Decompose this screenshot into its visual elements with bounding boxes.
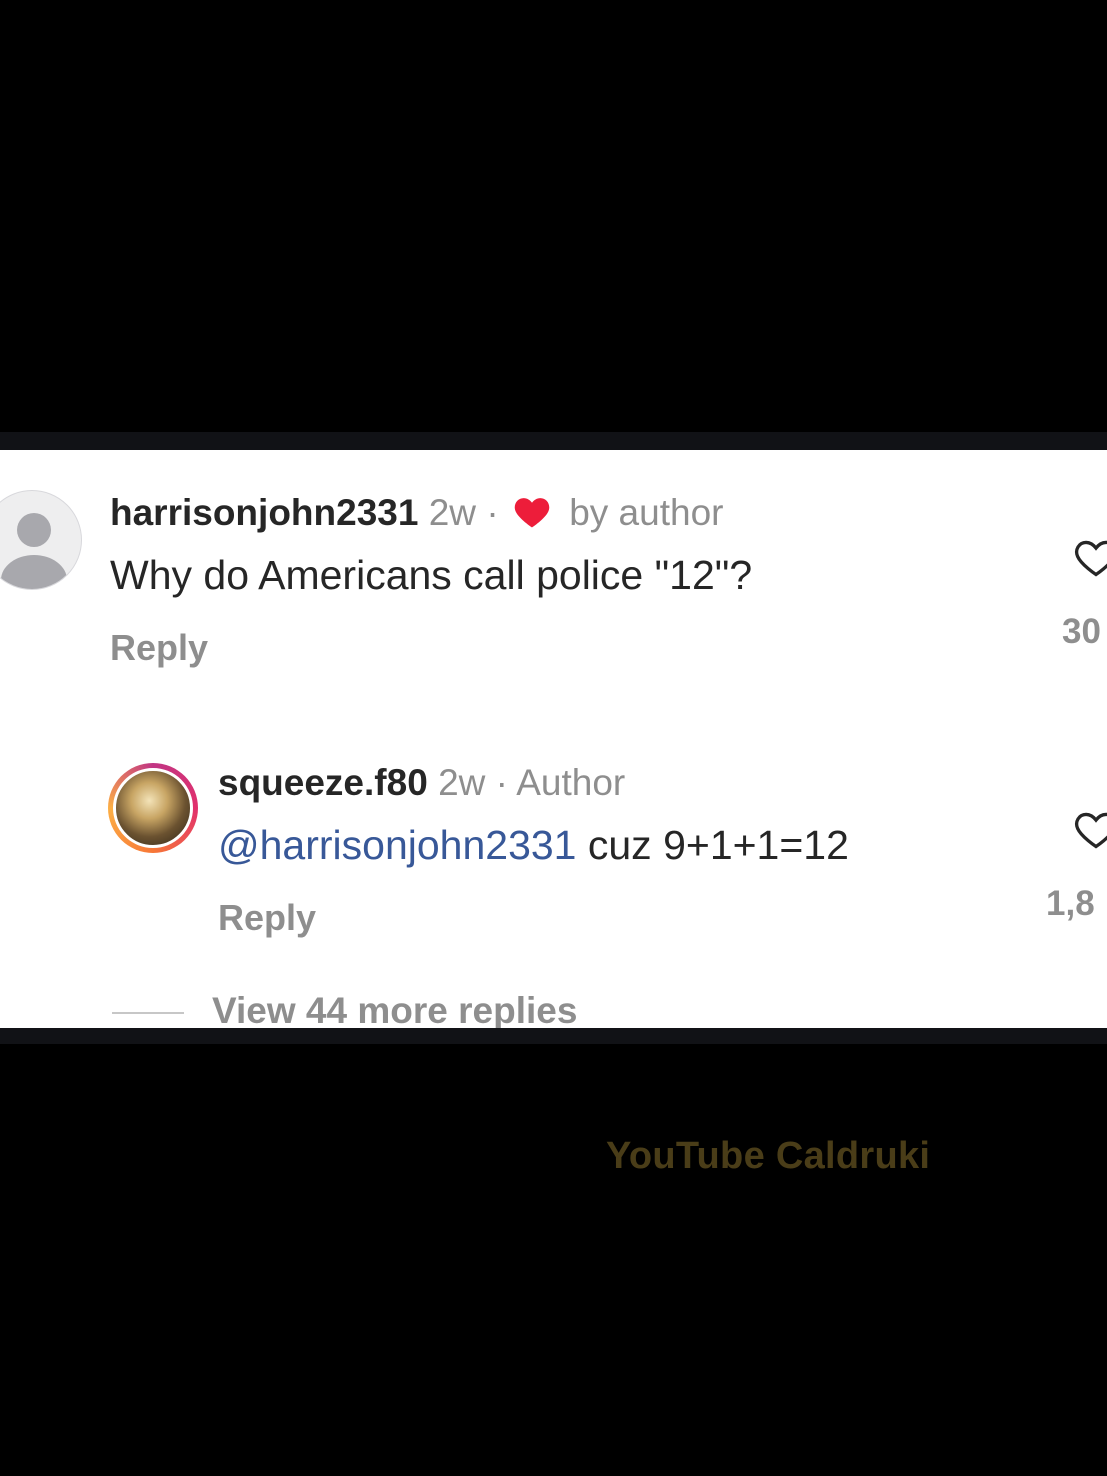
comment-1-username[interactable]: harrisonjohn2331 — [110, 492, 418, 533]
top-black-area — [0, 0, 1107, 432]
comment-2-separator: · — [495, 762, 508, 803]
default-avatar-icon[interactable] — [0, 490, 82, 590]
view-more-line — [112, 1012, 184, 1015]
comment-2-like-count: 1,8 — [1046, 884, 1095, 923]
comment-1-meta: harrisonjohn2331 2w · by author — [110, 492, 723, 534]
profile-photo — [113, 768, 193, 848]
comment-1-text: Why do Americans call police "12"? — [110, 552, 753, 598]
comment-2-body: cuz 9+1+1=12 — [576, 822, 849, 868]
comment-1-separator: · — [486, 492, 499, 533]
comment-1-reply-button[interactable]: Reply — [110, 627, 208, 669]
comment-1-by-author-badge: by author — [569, 492, 724, 533]
watermark-text: YouTube Caldruki — [606, 1135, 931, 1177]
comments-panel: harrisonjohn2331 2w · by author Why do A… — [0, 450, 1107, 1028]
comment-2-like-heart-icon[interactable] — [1074, 808, 1107, 852]
view-more-label: View 44 more replies — [212, 990, 578, 1028]
story-ring-avatar[interactable] — [108, 763, 198, 853]
comment-2-text: @harrisonjohn2331 cuz 9+1+1=12 — [218, 822, 849, 869]
comment-2-mention-link[interactable]: @harrisonjohn2331 — [218, 822, 576, 868]
comment-2-reply-button[interactable]: Reply — [218, 897, 316, 939]
comment-1-like-heart-icon[interactable] — [1074, 536, 1107, 580]
liked-by-author-heart-icon — [514, 498, 550, 528]
comment-1-like-count: 30 — [1062, 612, 1101, 651]
bottom-divider-strip — [0, 1028, 1107, 1044]
comment-2-author-badge: Author — [516, 762, 626, 803]
comment-2-meta: squeeze.f80 2w · Author — [218, 762, 625, 804]
comment-1-time: 2w — [428, 492, 477, 533]
comment-2-time: 2w — [438, 762, 486, 803]
top-divider-strip — [0, 432, 1107, 450]
view-more-replies-button[interactable]: View 44 more replies — [112, 990, 577, 1028]
comment-2-username[interactable]: squeeze.f80 — [218, 762, 428, 803]
